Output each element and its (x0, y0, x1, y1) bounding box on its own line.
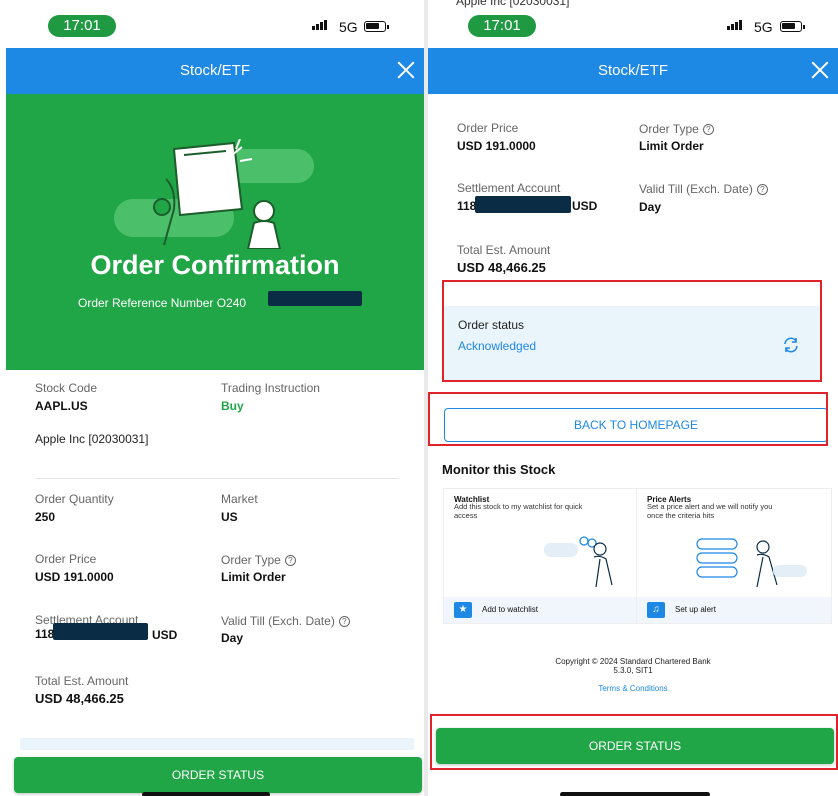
order-type-label-text: Order Type (639, 122, 699, 136)
price-alerts-description: Set a price alert and we will notify you… (647, 502, 773, 520)
market-label: Market (221, 492, 258, 506)
price-alert-illustration-icon (696, 538, 807, 588)
network-label: 5G (754, 19, 773, 35)
signal-icon (312, 20, 327, 30)
status-bar: 17:01 5G (6, 0, 424, 48)
valid-till-label: Valid Till (Exch. Date)? (221, 614, 350, 628)
order-quantity-value: 250 (35, 510, 56, 524)
total-amount-value: USD 48,466.25 (457, 260, 546, 275)
scrolled-stock-name: Apple Inc [02030031] (456, 0, 570, 8)
order-details-card: Order Price USD 191.0000 Order Type? Lim… (444, 94, 822, 302)
monitor-section-title: Monitor this Stock (442, 462, 556, 477)
highlight-box-homepage (428, 392, 828, 446)
order-reference: Order Reference Number O240 (78, 296, 247, 310)
status-box-peek (20, 738, 414, 750)
order-price-value: USD 191.0000 (35, 570, 114, 584)
order-type-value: Limit Order (639, 139, 704, 153)
settlement-account-prefix: 118 (457, 199, 477, 213)
battery-icon (364, 21, 389, 32)
trading-instruction-label: Trading Instruction (221, 381, 320, 395)
info-icon[interactable]: ? (702, 124, 714, 135)
order-type-value: Limit Order (221, 570, 286, 584)
order-price-label: Order Price (457, 121, 519, 135)
order-type-label: Order Type? (221, 553, 296, 567)
total-amount-label: Total Est. Amount (35, 674, 129, 688)
battery-icon (780, 21, 805, 32)
order-details-card: Stock Code AAPL.US Trading Instruction B… (20, 370, 414, 750)
stock-code-value: AAPL.US (35, 399, 88, 413)
watchlist-footer[interactable]: ★ Add to watchlist (444, 597, 638, 623)
terms-link[interactable]: Terms & Conditions (428, 684, 838, 693)
order-type-label: Order Type? (639, 122, 714, 136)
network-label: 5G (339, 19, 358, 35)
copyright-line-2: 5.3.0, SIT1 (613, 666, 653, 675)
confirmation-hero: Order Confirmation Order Reference Numbe… (6, 94, 424, 370)
app-header: Stock/ETF (6, 48, 424, 94)
total-amount-label: Total Est. Amount (457, 243, 551, 257)
trading-instruction-value: Buy (221, 399, 244, 413)
valid-till-label-text: Valid Till (Exch. Date) (221, 614, 335, 628)
status-time: 17:01 (48, 15, 116, 37)
order-illustration-icon (114, 139, 314, 249)
highlight-box-order-status (430, 714, 838, 770)
redacted-account (475, 196, 571, 213)
status-time: 17:01 (468, 15, 536, 37)
close-icon[interactable] (810, 60, 830, 80)
info-icon[interactable]: ? (338, 616, 350, 627)
close-icon[interactable] (396, 60, 416, 80)
settlement-account-prefix: 118 (35, 627, 55, 641)
settlement-currency: USD (572, 199, 598, 213)
watchlist-card[interactable]: Watchlist Add this stock to my watchlist… (443, 488, 639, 624)
left-screen: 17:01 5G Stock/ETF Order Confirmation Or… (6, 0, 424, 796)
watchlist-illustration-icon (544, 536, 613, 588)
info-icon[interactable]: ? (756, 184, 768, 195)
info-icon[interactable]: ? (284, 555, 296, 566)
add-to-watchlist-link[interactable]: Add to watchlist (482, 605, 538, 614)
stock-code-label: Stock Code (35, 381, 98, 395)
bell-icon: ♫ (647, 602, 665, 618)
order-price-label: Order Price (35, 552, 97, 566)
copyright-line-1: Copyright © 2024 Standard Chartered Bank (555, 657, 711, 666)
star-icon: ★ (454, 602, 472, 618)
header-title: Stock/ETF (179, 62, 250, 79)
home-indicator (142, 792, 270, 796)
order-status-button[interactable]: ORDER STATUS (14, 757, 422, 793)
market-value: US (221, 510, 238, 524)
divider (35, 478, 399, 479)
set-up-alert-link[interactable]: Set up alert (675, 605, 716, 614)
home-indicator (560, 792, 710, 796)
settlement-account-label: Settlement Account (457, 181, 561, 195)
highlight-box-status (442, 280, 822, 382)
order-quantity-label: Order Quantity (35, 492, 114, 506)
valid-till-label: Valid Till (Exch. Date)? (639, 182, 768, 196)
watchlist-description: Add this stock to my watchlist for quick… (454, 502, 583, 520)
total-amount-value: USD 48,466.25 (35, 691, 124, 706)
price-alerts-card[interactable]: Price Alerts Set a price alert and we wi… (636, 488, 832, 624)
app-header: Stock/ETF (428, 48, 838, 94)
right-screen: Apple Inc [02030031] 17:01 5G Stock/ETF … (428, 0, 838, 796)
page-title: Order Confirmation (90, 250, 340, 280)
valid-till-label-text: Valid Till (Exch. Date) (639, 182, 753, 196)
valid-till-value: Day (221, 631, 244, 645)
valid-till-value: Day (639, 200, 662, 214)
price-alerts-footer[interactable]: ♫ Set up alert (637, 597, 831, 623)
settlement-currency: USD (152, 628, 178, 642)
copyright-text: Copyright © 2024 Standard Chartered Bank… (428, 657, 838, 675)
stock-name: Apple Inc [02030031] (35, 432, 149, 446)
status-bar: Apple Inc [02030031] 17:01 5G (428, 0, 838, 48)
redacted-account (53, 623, 148, 640)
order-type-label-text: Order Type (221, 553, 281, 567)
order-price-value: USD 191.0000 (457, 139, 536, 153)
signal-icon (727, 20, 742, 30)
header-title: Stock/ETF (597, 62, 668, 79)
redacted-reference (268, 291, 362, 306)
